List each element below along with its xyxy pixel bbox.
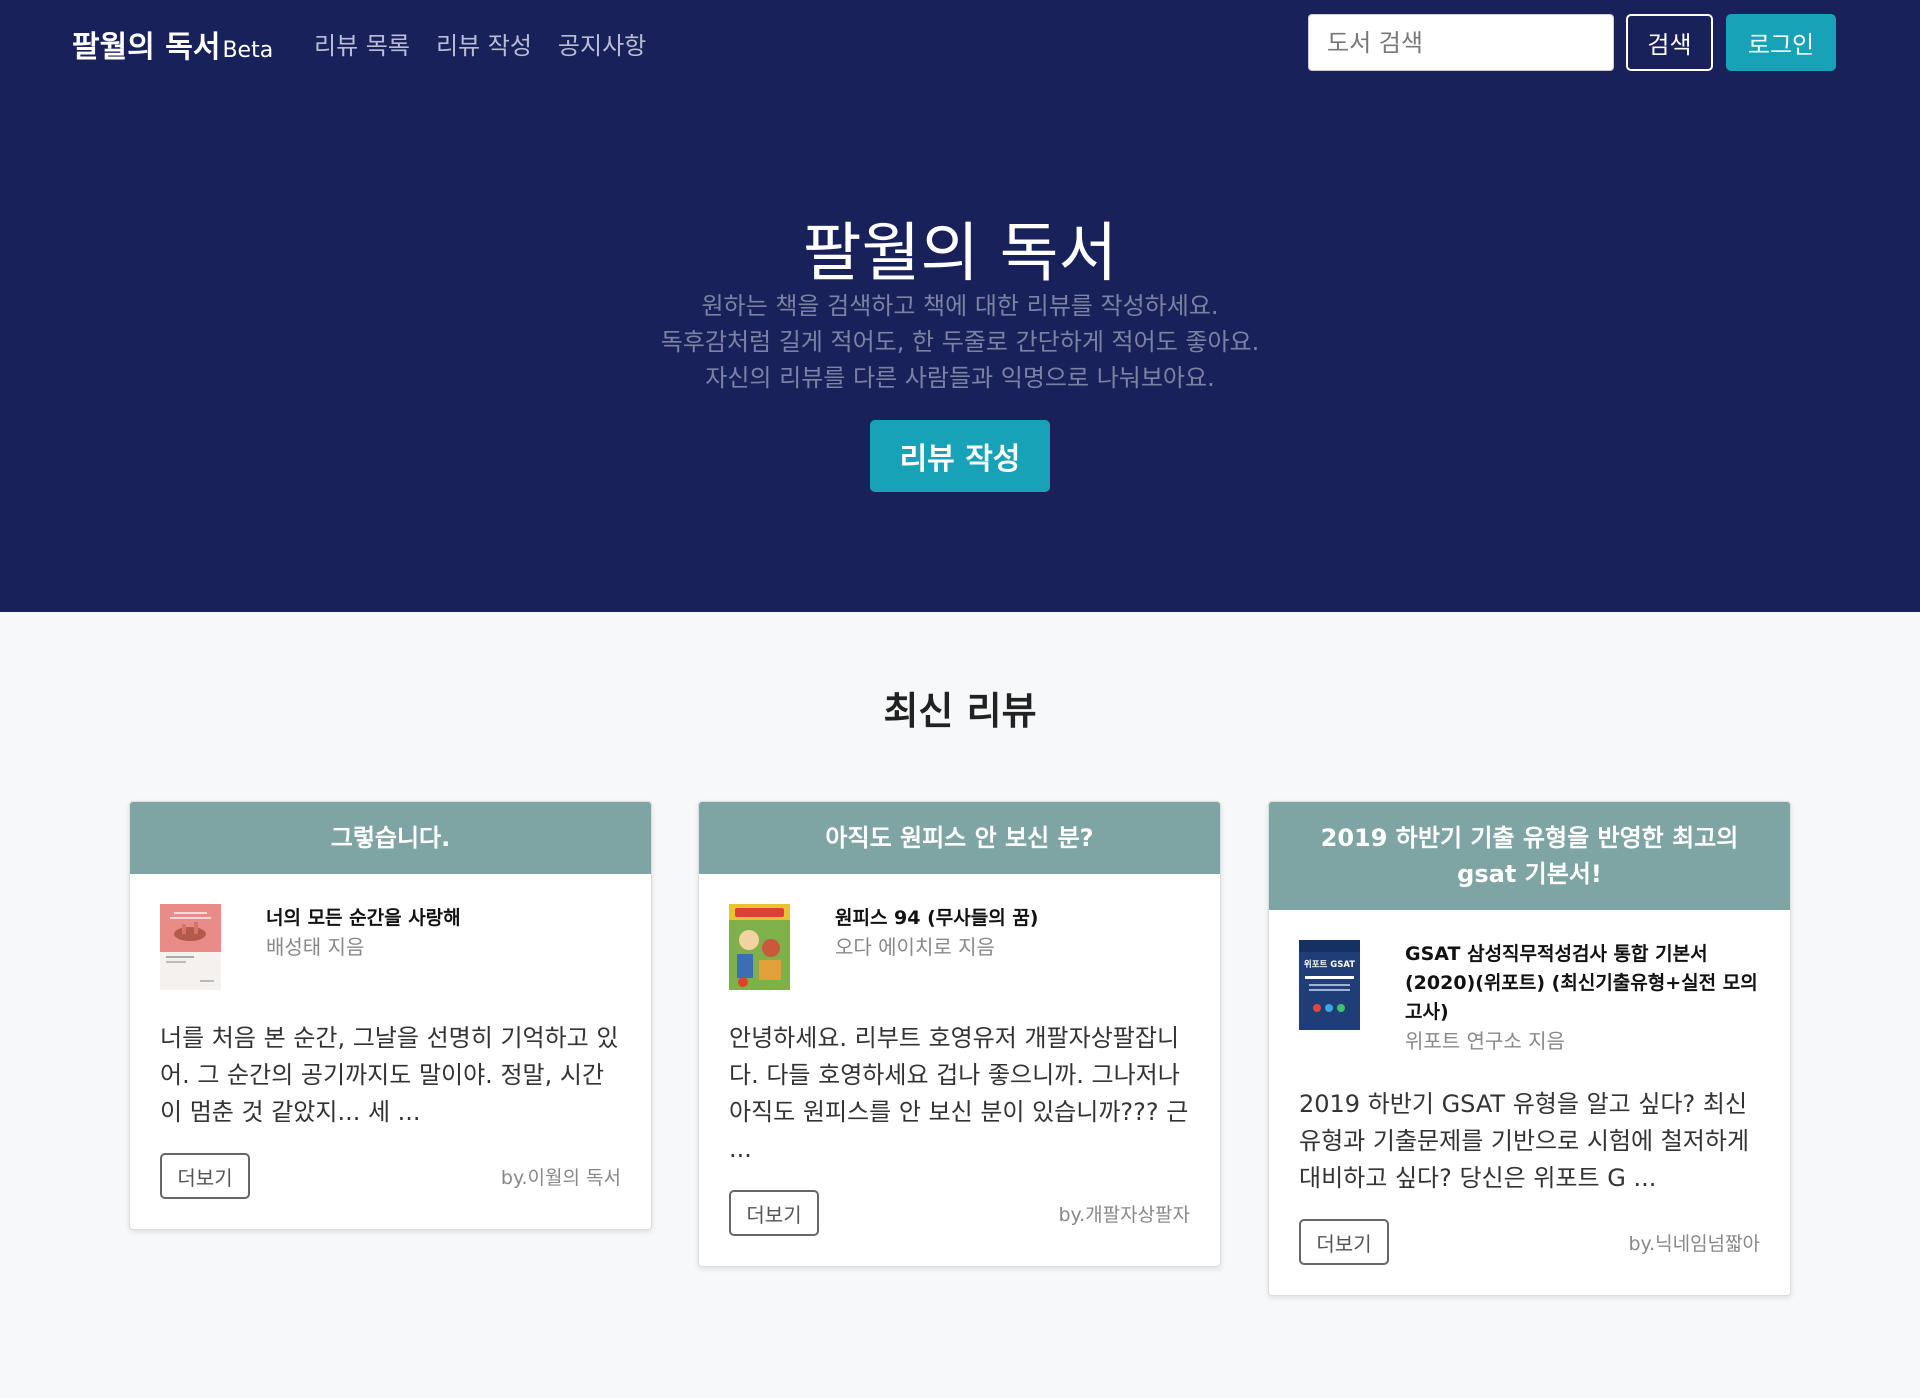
review-excerpt: 안녕하세요. 리부트 호영유저 개팔자상팔잡니다. 다들 호영하세요 겁나 좋으… bbox=[729, 1024, 1189, 1163]
reviewer-name: by.개팔자상팔자 bbox=[1058, 1203, 1190, 1226]
cover-publisher: 위포트 GSAT bbox=[1304, 959, 1355, 970]
review-card-footer: 더보기 by.이월의 독서 bbox=[160, 1153, 621, 1199]
review-card: 그렇습니다. 너의 모든 순간을 사랑해 배성태 지음 너를 처음 본 순간, … bbox=[129, 801, 652, 1230]
hero-line: 원하는 책을 검색하고 책에 대한 리뷰를 작성하세요. bbox=[701, 292, 1219, 320]
nav-links: 리뷰 목록 리뷰 작성 공지사항 bbox=[314, 26, 646, 61]
read-more-button[interactable]: 더보기 bbox=[729, 1190, 819, 1236]
hero-title: 팔월의 독서 bbox=[802, 217, 1118, 291]
book-cover-image bbox=[160, 904, 221, 990]
nav-link-notice[interactable]: 공지사항 bbox=[558, 26, 646, 61]
book-author: 오다 에이치로 지음 bbox=[835, 935, 995, 959]
review-excerpt: 너를 처음 본 순간, 그날을 선명히 기억하고 있어. 그 순간의 공기까지도… bbox=[160, 1024, 619, 1126]
book-title: 원피스 94 (무사들의 꿈) bbox=[835, 907, 1039, 929]
book-author: 배성태 지음 bbox=[266, 935, 365, 959]
reviewer-name: by.이월의 독서 bbox=[500, 1166, 621, 1189]
book-info-row: 너의 모든 순간을 사랑해 배성태 지음 bbox=[160, 904, 621, 990]
review-card-footer: 더보기 by.개팔자상팔자 bbox=[729, 1190, 1190, 1236]
book-text: 너의 모든 순간을 사랑해 배성태 지음 bbox=[266, 904, 461, 990]
book-title: GSAT 삼성직무적성검사 통합 기본서 (2020)(위포트) (최신기출유형… bbox=[1405, 943, 1758, 1023]
navbar: 팔월의 독서 Beta 리뷰 목록 리뷰 작성 공지사항 검색 로그인 bbox=[0, 0, 1920, 84]
book-text: 원피스 94 (무사들의 꿈) 오다 에이치로 지음 bbox=[835, 904, 1039, 990]
book-info-row: 위포트 GSAT GSAT 삼성직무적성검사 통합 기본서 (2020)(위포트… bbox=[1299, 940, 1760, 1056]
book-text: GSAT 삼성직무적성검사 통합 기본서 (2020)(위포트) (최신기출유형… bbox=[1405, 940, 1760, 1056]
hero-line: 자신의 리뷰를 다른 사람들과 익명으로 나눠보아요. bbox=[705, 364, 1215, 392]
review-excerpt: 2019 하반기 GSAT 유형을 알고 싶다? 최신 유형과 기출문제를 기반… bbox=[1299, 1090, 1750, 1192]
review-card-title[interactable]: 아직도 원피스 안 보신 분? bbox=[699, 802, 1220, 874]
review-card: 아직도 원피스 안 보신 분? 원피스 94 (무사들의 꿈) 오다 에이치로 … bbox=[698, 801, 1221, 1267]
book-author: 위포트 연구소 지음 bbox=[1405, 1029, 1565, 1053]
read-more-button[interactable]: 더보기 bbox=[1299, 1219, 1389, 1265]
book-cover-image: 위포트 GSAT bbox=[1299, 940, 1360, 1030]
book-info-row: 원피스 94 (무사들의 꿈) 오다 에이치로 지음 bbox=[729, 904, 1190, 990]
search-button[interactable]: 검색 bbox=[1626, 14, 1713, 71]
latest-reviews-title: 최신 리뷰 bbox=[883, 689, 1037, 733]
review-card: 2019 하반기 기출 유형을 반영한 최고의 gsat 기본서! 위포트 GS… bbox=[1268, 801, 1791, 1296]
review-card-body: 너의 모든 순간을 사랑해 배성태 지음 너를 처음 본 순간, 그날을 선명히… bbox=[130, 874, 651, 1229]
brand-logo[interactable]: 팔월의 독서 Beta bbox=[72, 22, 273, 66]
nav-link-review-list[interactable]: 리뷰 목록 bbox=[314, 26, 410, 61]
reviewer-name: by.닉네임넘짧아 bbox=[1628, 1232, 1760, 1255]
review-card-body: 원피스 94 (무사들의 꿈) 오다 에이치로 지음 안녕하세요. 리부트 호영… bbox=[699, 874, 1220, 1266]
review-card-footer: 더보기 by.닉네임넘짧아 bbox=[1299, 1219, 1760, 1265]
review-card-title[interactable]: 그렇습니다. bbox=[130, 802, 651, 874]
book-search-input[interactable] bbox=[1308, 14, 1614, 71]
book-cover-image bbox=[729, 904, 790, 990]
hero-line: 독후감처럼 길게 적어도, 한 두줄로 간단하게 적어도 좋아요. bbox=[660, 328, 1260, 356]
nav-link-write-review[interactable]: 리뷰 작성 bbox=[436, 26, 532, 61]
login-button[interactable]: 로그인 bbox=[1726, 14, 1836, 71]
review-card-title[interactable]: 2019 하반기 기출 유형을 반영한 최고의 gsat 기본서! bbox=[1269, 802, 1790, 910]
beta-label: Beta bbox=[222, 38, 274, 63]
review-card-body: 위포트 GSAT GSAT 삼성직무적성검사 통합 기본서 (2020)(위포트… bbox=[1269, 910, 1790, 1295]
hero-description: 원하는 책을 검색하고 책에 대한 리뷰를 작성하세요. 독후감처럼 길게 적어… bbox=[0, 288, 1920, 396]
read-more-button[interactable]: 더보기 bbox=[160, 1153, 250, 1199]
brand-name: 팔월의 독서 bbox=[72, 30, 221, 65]
hero-section: 팔월의 독서 원하는 책을 검색하고 책에 대한 리뷰를 작성하세요. 독후감처… bbox=[0, 84, 1920, 612]
book-title: 너의 모든 순간을 사랑해 bbox=[266, 907, 461, 929]
write-review-button[interactable]: 리뷰 작성 bbox=[870, 420, 1050, 492]
